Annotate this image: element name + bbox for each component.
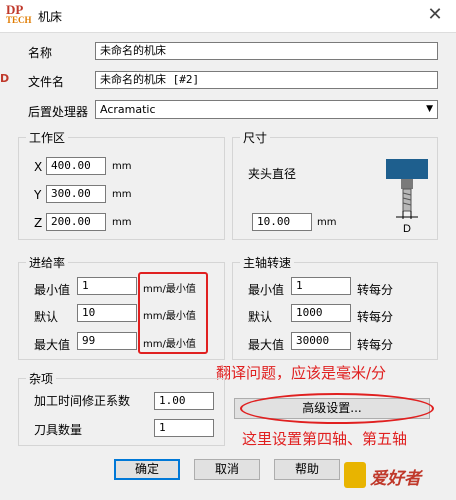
ok-button[interactable]: 确定: [114, 459, 180, 480]
close-icon[interactable]: ✕: [424, 4, 446, 26]
spindle-min-unit: 转每分: [357, 283, 394, 297]
z-unit: mm: [112, 217, 132, 228]
translation-annotation: 翻译问题，应该是毫米/分: [216, 364, 387, 382]
spindle-group-title: 主轴转速: [240, 254, 295, 271]
postprocessor-select[interactable]: Acramatic ▼: [95, 100, 438, 119]
advanced-highlight-ellipse: [240, 393, 434, 424]
spindle-max-input[interactable]: 30000: [291, 332, 351, 350]
name-label: 名称: [28, 46, 53, 60]
filename-label: 文件名: [28, 75, 65, 89]
chuck-diameter-label: 夹头直径: [248, 167, 297, 181]
time-correction-input[interactable]: 1.00: [154, 392, 214, 410]
workspace-group-title: 工作区: [26, 129, 69, 146]
z-input[interactable]: 200.00: [46, 213, 106, 231]
cancel-button[interactable]: 取消: [194, 459, 260, 480]
chuck-diameter-diagram: D: [386, 159, 428, 235]
y-input[interactable]: 300.00: [46, 185, 106, 203]
spindle-default-label: 默认: [248, 310, 273, 324]
time-correction-label: 加工时间修正系数: [34, 394, 131, 408]
x-label: X: [34, 160, 43, 174]
spindle-default-unit: 转每分: [357, 310, 394, 324]
size-group-title: 尺寸: [240, 129, 271, 146]
misc-group-title: 杂项: [26, 370, 57, 387]
z-label: Z: [34, 216, 43, 230]
feedrate-default-label: 默认: [34, 310, 59, 324]
spindle-default-input[interactable]: 1000: [291, 304, 351, 322]
feedrate-min-input[interactable]: 1: [77, 277, 137, 295]
title-bar: DP TECH 机床 ✕: [0, 0, 456, 32]
watermark-text: 爱好者: [370, 469, 421, 489]
diagram-d-label: D: [403, 223, 411, 235]
feedrate-group-title: 进给率: [26, 254, 69, 271]
tool-count-label: 刀具数量: [34, 423, 83, 437]
app-logo-subtext: TECH: [6, 15, 32, 25]
feedrate-max-label: 最大值: [34, 338, 71, 352]
background-app-icon: D: [0, 72, 10, 85]
tool-count-input[interactable]: 1: [154, 419, 214, 437]
chuck-diameter-unit: mm: [317, 217, 337, 228]
y-unit: mm: [112, 189, 132, 200]
postprocessor-value: Acramatic: [100, 103, 156, 116]
feedrate-default-input[interactable]: 10: [77, 304, 137, 322]
window-title: 机床: [38, 10, 63, 24]
help-button[interactable]: 帮助: [274, 459, 340, 480]
x-unit: mm: [112, 161, 132, 172]
spindle-min-input[interactable]: 1: [291, 277, 351, 295]
feedrate-min-label: 最小值: [34, 283, 71, 297]
chevron-down-icon: ▼: [426, 104, 433, 114]
filename-input[interactable]: 未命名的机床 [#2]: [95, 71, 438, 89]
postprocessor-label: 后置处理器: [28, 105, 89, 119]
feedrate-max-input[interactable]: 99: [77, 332, 137, 350]
spindle-max-label: 最大值: [248, 338, 285, 352]
axis-annotation: 这里设置第四轴、第五轴: [242, 430, 408, 448]
chuck-diameter-input[interactable]: 10.00: [252, 213, 312, 231]
spindle-max-unit: 转每分: [357, 338, 394, 352]
name-input[interactable]: 未命名的机床: [95, 42, 438, 60]
spindle-min-label: 最小值: [248, 283, 285, 297]
watermark-logo-icon: [344, 462, 366, 488]
app-logo-icon: DP TECH: [6, 3, 34, 27]
unit-highlight-box: [138, 272, 208, 354]
y-label: Y: [34, 188, 42, 202]
x-input[interactable]: 400.00: [46, 157, 106, 175]
